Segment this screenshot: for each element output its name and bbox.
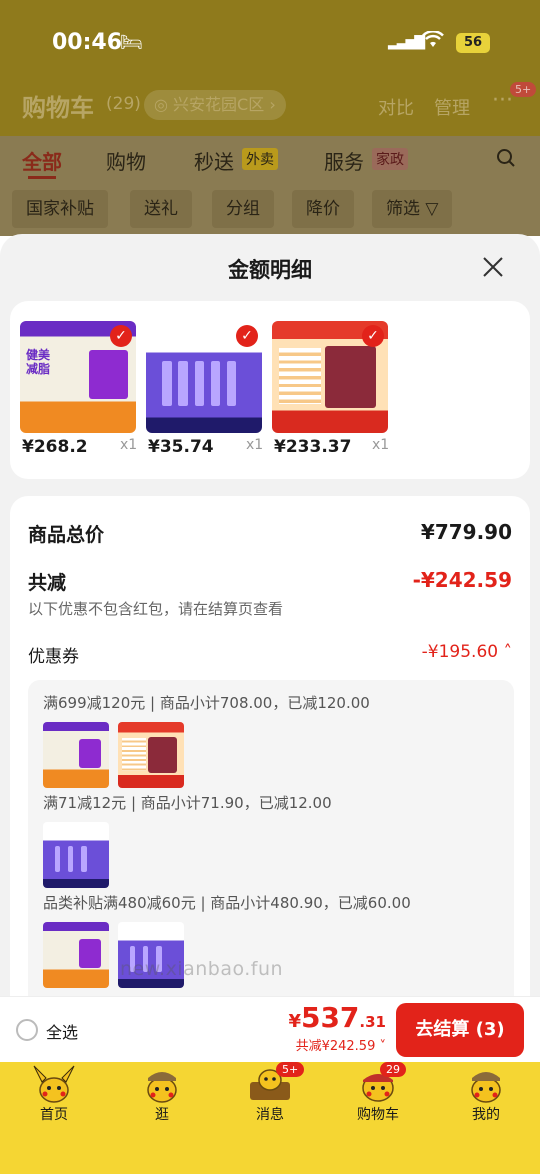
tab-all[interactable]: 全部 [22, 146, 62, 175]
coupon-product-thumb [43, 822, 109, 888]
close-icon[interactable] [478, 252, 508, 282]
product-item[interactable]: ✓ ¥233.37 x1 [272, 321, 390, 457]
checkout-saved[interactable]: 共减¥242.59 ˅ [296, 1035, 386, 1054]
nav-badge: 29 [380, 1062, 406, 1077]
pikachu-profile-icon [471, 1072, 501, 1103]
funnel-icon: ▽ [425, 199, 439, 219]
address-text: 兴安花园C区 [173, 95, 265, 114]
sheet-title: 金额明细 [228, 258, 312, 282]
search-icon[interactable] [496, 148, 516, 173]
nav-label: 购物车 [357, 1107, 399, 1123]
battery-indicator: 56 [456, 33, 490, 53]
chevron-up-icon: ˄ [503, 642, 513, 662]
watermark: new.xianbao.fun [120, 958, 284, 980]
nav-label: 逛 [155, 1107, 169, 1123]
location-icon: ◎ [154, 95, 174, 114]
nav-home[interactable]: 首页 [4, 1062, 104, 1132]
product-price: ¥268.2 [22, 437, 88, 457]
tab-tag-housekeeping: 家政 [372, 148, 408, 170]
amount-detail-sheet: 金额明细 健美 减脂 ✓ ¥268.2 x1 ✓ ¥35.74 x1 ✓ ¥23… [0, 234, 540, 1080]
bottom-nav: 首页 逛 5+ 消息 29 购物车 我的 [0, 1062, 540, 1174]
total-price-label: 商品总价 [28, 524, 105, 546]
nav-messages[interactable]: 5+ 消息 [220, 1062, 320, 1132]
product-qty: x1 [120, 437, 138, 453]
nav-badge: 5+ [276, 1062, 305, 1077]
nav-profile[interactable]: 我的 [436, 1062, 536, 1132]
filter-bar: 国家补贴 送礼 分组 降价 筛选 ▽ [0, 186, 540, 236]
tab-underline [28, 176, 56, 179]
page-title: 购物车 [22, 94, 94, 122]
checkout-bar: 全选 ¥537.31 共减¥242.59 ˅ 去结算 (3) [0, 996, 540, 1062]
checkmark-icon: ✓ [110, 325, 132, 347]
product-item[interactable]: 健美 减脂 ✓ ¥268.2 x1 [20, 321, 138, 457]
cart-count: (29) [106, 94, 141, 114]
checkout-total: ¥537.31 [288, 1001, 386, 1034]
filter-group[interactable]: 分组 [212, 190, 274, 228]
filter-screen-label: 筛选 [386, 199, 420, 219]
discount-hint: 以下优惠不包含红包，请在结算页查看 [28, 600, 284, 618]
coupon-toggle[interactable]: -¥195.60 ˄ [422, 642, 512, 662]
discount-value: -¥242.59 [412, 568, 512, 592]
manage-button[interactable]: 管理 [434, 94, 470, 120]
product-qty: x1 [372, 437, 390, 453]
tab-flash-delivery[interactable]: 秒送 [194, 146, 234, 175]
coupon-product-thumb [43, 922, 109, 988]
coupon-product-thumb [43, 722, 109, 788]
product-price: ¥233.37 [274, 437, 352, 457]
price-breakdown: 商品总价 ¥779.90 共减 -¥242.59 以下优惠不包含红包，请在结算页… [10, 496, 530, 1080]
chevron-down-icon: ˅ [379, 1039, 387, 1054]
nav-label: 消息 [256, 1107, 284, 1123]
product-image-bag [88, 350, 128, 400]
wifi-icon [422, 30, 444, 54]
coupon-label: 优惠券 [28, 647, 79, 667]
filter-national-subsidy[interactable]: 国家补贴 [12, 190, 108, 228]
product-item[interactable]: ✓ ¥35.74 x1 [146, 321, 264, 457]
discount-label: 共减 [28, 572, 67, 594]
clock: 00:46 [52, 30, 123, 55]
sleep-mode-icon: 🛏 [120, 32, 143, 53]
tab-shopping[interactable]: 购物 [106, 146, 146, 175]
tab-services[interactable]: 服务 [324, 146, 364, 175]
filter-screen[interactable]: 筛选 ▽ [372, 190, 453, 228]
coupon-value: -¥195.60 [421, 642, 499, 662]
more-badge: 5+ [510, 82, 537, 97]
total-price-value: ¥779.90 [420, 520, 512, 544]
compare-button[interactable]: 对比 [378, 94, 414, 120]
product-image: ✓ [146, 321, 262, 433]
nav-cart[interactable]: 29 购物车 [328, 1062, 428, 1132]
coupon-product-thumb [118, 722, 184, 788]
cart-tabs: 全部 购物 秒送 外卖 服务 家政 [0, 136, 540, 186]
checkmark-icon: ✓ [236, 325, 258, 347]
select-all-label[interactable]: 全选 [46, 1019, 78, 1043]
checkmark-icon: ✓ [362, 325, 384, 347]
nav-label: 首页 [40, 1107, 68, 1123]
chevron-right-icon: › [264, 95, 276, 114]
pikachu-detective-icon [147, 1072, 177, 1103]
nav-label: 我的 [472, 1107, 500, 1123]
filter-gift[interactable]: 送礼 [130, 190, 192, 228]
product-price: ¥35.74 [148, 437, 214, 457]
filter-price-drop[interactable]: 降价 [292, 190, 354, 228]
coupon-rule: 品类补贴满480减60元 | 商品小计480.90，已减60.00 [43, 894, 411, 912]
status-bar: 00:46 🛏 ▂▃▅▇ 56 [0, 30, 540, 60]
selected-products: 健美 减脂 ✓ ¥268.2 x1 ✓ ¥35.74 x1 ✓ ¥233.37 … [10, 301, 530, 479]
pikachu-home-icon [33, 1065, 75, 1103]
checkout-button[interactable]: 去结算 (3) [396, 1003, 524, 1057]
address-selector[interactable]: ◎ 兴安花园C区 › [144, 90, 286, 120]
product-image: 健美 减脂 ✓ [20, 321, 136, 433]
product-image-graphic: 健美 减脂 [26, 347, 51, 377]
product-qty: x1 [246, 437, 264, 453]
signal-icon: ▂▃▅▇ [388, 34, 425, 50]
product-image: ✓ [272, 321, 388, 433]
coupon-rule: 满71减12元 | 商品小计71.90，已减12.00 [43, 794, 332, 812]
coupon-rule: 满699减120元 | 商品小计708.00，已减120.00 [43, 694, 370, 712]
tab-tag-takeout: 外卖 [242, 148, 278, 170]
cart-header: 购物车 (29) ◎ 兴安花园C区 › 对比 管理 ··· 5+ [22, 82, 537, 128]
select-all-radio[interactable] [16, 1019, 38, 1041]
nav-explore[interactable]: 逛 [112, 1062, 212, 1132]
